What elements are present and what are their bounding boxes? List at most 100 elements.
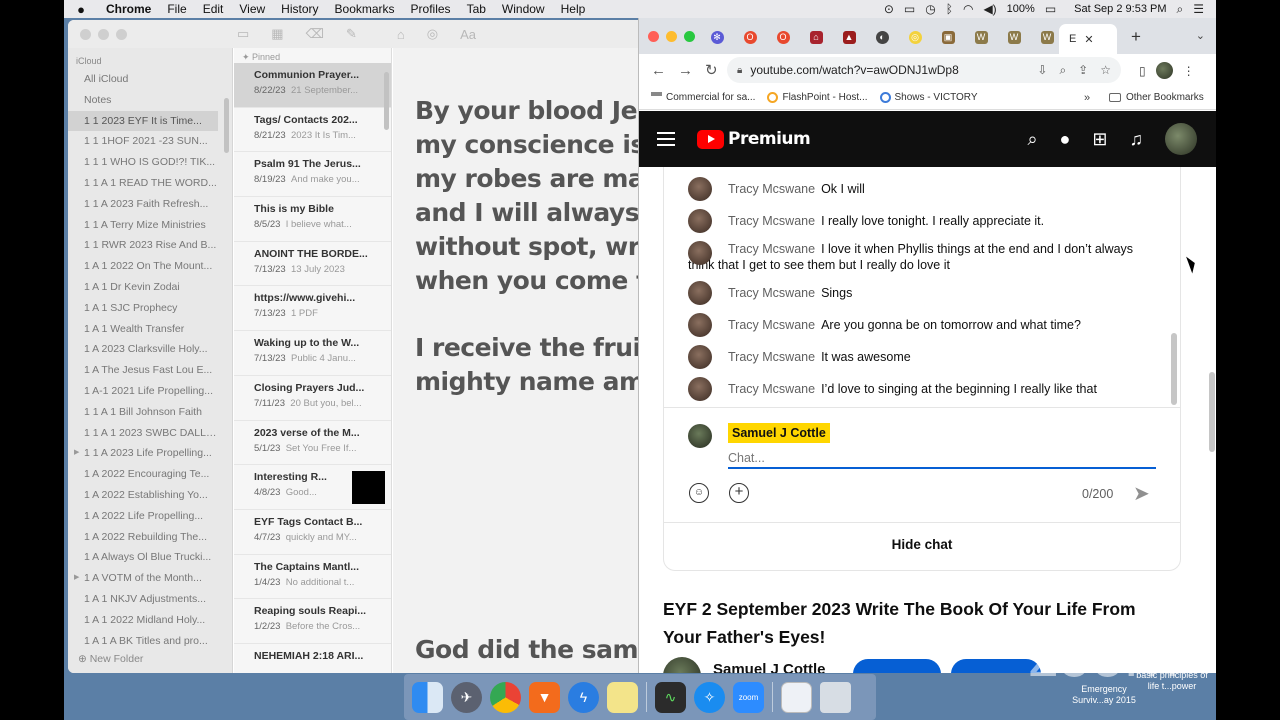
chat-message[interactable]: Tracy Mcswane Are you gonna be on tomorro… — [688, 313, 1158, 337]
note-item[interactable]: Waking up to the W... 7/13/23 Public 4 Ja… — [234, 331, 391, 376]
time-machine-icon[interactable]: ◷ — [925, 2, 935, 16]
battery-icon[interactable]: ▭ — [1045, 2, 1056, 16]
trash-icon[interactable] — [820, 681, 851, 713]
chat-input[interactable]: Chat... — [728, 449, 1156, 469]
channel-avatar[interactable] — [663, 657, 701, 673]
note-item[interactable]: Psalm 91 The Jerus... 8/19/23 And make yo… — [234, 152, 391, 198]
tab-favicon-globe[interactable]: ◐ — [870, 28, 894, 46]
youtube-logo[interactable]: Premium — [697, 129, 811, 149]
desktop-item-label[interactable]: basic principles of life t...power — [1132, 670, 1212, 692]
folder-item[interactable]: 1 A-1 2021 Life Propelling... — [68, 381, 218, 402]
launchpad-icon[interactable]: ✈ — [451, 681, 482, 713]
menu-icon[interactable] — [657, 132, 675, 146]
folder-item[interactable]: 1 1 A 1 2023 SWBC DALLAS — [68, 423, 218, 444]
folder-item[interactable]: 1 1 A 2023 Faith Refresh... — [68, 194, 218, 215]
chat-message[interactable]: Tracy Mcswane Ok I will — [688, 177, 1158, 201]
chat-author[interactable]: Tracy Mcswane — [728, 318, 815, 332]
desktop-item-label[interactable]: Emergency Surviv...ay 2015 — [1064, 684, 1144, 706]
zoom-button[interactable] — [684, 31, 695, 42]
bookmark-star-icon[interactable]: ☆ — [1100, 63, 1111, 78]
app-icon[interactable]: ϟ — [568, 681, 599, 713]
note-item[interactable]: https://www.givehi... 7/13/23 1 PDF — [234, 286, 391, 332]
reload-icon[interactable]: ↻ — [705, 61, 718, 79]
menu-tab[interactable]: Tab — [459, 2, 494, 16]
note-item[interactable]: Communion Prayer... 8/22/23 21 September.… — [234, 63, 391, 108]
bookmark-item[interactable]: Commercial for sa... — [651, 92, 755, 103]
tab-favicon-w[interactable]: W — [969, 28, 993, 46]
tab-favicon-opera[interactable]: O — [738, 28, 762, 46]
folder-item[interactable]: 1 A 1 A BK Titles and pro... — [68, 631, 218, 652]
tab-search-icon[interactable]: ⌄ — [1196, 29, 1205, 42]
new-tab-icon[interactable]: + — [1131, 27, 1141, 47]
tab-favicon-house[interactable]: ⌂ — [804, 28, 828, 46]
minimize-button[interactable] — [98, 28, 109, 40]
document-icon[interactable] — [781, 681, 812, 713]
tab-favicon-w[interactable]: W — [1002, 28, 1026, 46]
notes-icon[interactable] — [607, 681, 638, 713]
address-bar[interactable]: 🔒︎ youtube.com/watch?v=awODNJ1wDp8 ⇩ ⌕ ⇪… — [727, 57, 1121, 83]
chat-author[interactable]: Tracy Mcswane — [728, 350, 815, 364]
note-item[interactable]: Interesting R... 4/8/23 Good... — [234, 465, 391, 510]
profile-avatar[interactable] — [1155, 62, 1173, 79]
folder-item[interactable]: 1 A 2022 Rebuilding The... — [68, 527, 218, 548]
chat-author[interactable]: Tracy Mcswane — [728, 286, 815, 300]
volume-icon[interactable]: ◀) — [983, 2, 996, 16]
note-item[interactable]: EYF Tags Contact B... 4/7/23 quickly and … — [234, 510, 391, 555]
close-tab-icon[interactable]: ✕ — [1084, 33, 1093, 46]
chat-author[interactable]: Tracy Mcswane — [728, 382, 815, 396]
create-video-icon[interactable]: ⊞ — [1092, 129, 1107, 150]
url-text[interactable]: youtube.com/watch?v=awODNJ1wDp8 — [750, 63, 958, 77]
folder-item[interactable]: 1 A The Jesus Fast Lou E... — [68, 360, 218, 381]
search-icon[interactable]: ⌕ — [1027, 129, 1037, 150]
tab-favicon-yellow[interactable]: ◎ — [903, 28, 927, 46]
note-item[interactable]: The Captains Mantl... 1/4/23 No additiona… — [234, 555, 391, 600]
side-panel-icon[interactable]: ▯ — [1139, 64, 1146, 78]
more-menu-icon[interactable]: ⋮ — [1183, 64, 1195, 78]
menu-history[interactable]: History — [273, 2, 326, 16]
new-folder-button[interactable]: ⊕ New Folder — [78, 653, 143, 665]
chat-author[interactable]: Tracy Mcswane — [728, 182, 815, 196]
active-tab[interactable]: E ✕ — [1059, 24, 1117, 54]
microphone-icon[interactable]: ● — [1060, 129, 1071, 150]
note-item[interactable]: Closing Prayers Jud... 7/11/23 20 But you… — [234, 376, 391, 421]
spotlight-icon[interactable]: ⌕ — [1177, 2, 1184, 17]
sidebar-toggle-icon[interactable]: ▭ — [237, 26, 249, 42]
share-icon[interactable]: ◎ — [427, 26, 438, 42]
folder-item[interactable]: 1 A VOTM of the Month... — [68, 568, 218, 589]
chat-scrollbar[interactable] — [1171, 333, 1177, 405]
forward-icon[interactable]: → — [678, 62, 693, 79]
finder-icon[interactable] — [412, 681, 443, 713]
folder-item[interactable]: 1 A 2022 Establishing Yo... — [68, 485, 218, 506]
compose-icon[interactable]: ✎ — [346, 26, 357, 42]
tab-favicon-red[interactable]: ▲ — [837, 28, 861, 46]
gallery-view-icon[interactable]: ▦ — [271, 26, 283, 42]
zoom-app-icon[interactable]: zoom — [733, 681, 764, 713]
folder-item[interactable]: 1 1 1HOF 2021 -23 SUN... — [68, 131, 218, 152]
format-icon[interactable]: Aa — [460, 27, 476, 42]
lock-icon[interactable]: 🔒︎ — [737, 65, 742, 76]
menu-window[interactable]: Window — [494, 2, 553, 16]
bookmark-item[interactable]: Shows - VICTORY — [879, 92, 978, 103]
folder-item[interactable]: 1 1 A Terry Mize Ministries — [68, 215, 218, 236]
wifi-icon[interactable]: ◠ — [963, 2, 973, 16]
control-center-icon[interactable]: ☰ — [1193, 2, 1204, 16]
folder-item[interactable]: 1 A Always Ol Blue Trucki... — [68, 547, 218, 568]
chat-message[interactable]: Tracy Mcswane I love it when Phyllis thin… — [688, 241, 1158, 273]
menu-view[interactable]: View — [231, 2, 273, 16]
folder-item[interactable]: 1 A 2022 Life Propelling... — [68, 506, 218, 527]
minimize-button[interactable] — [666, 31, 677, 42]
add-icon[interactable]: + — [729, 483, 749, 503]
note-item[interactable]: ANOINT THE BORDE... 7/13/23 13 July 2023 — [234, 242, 391, 287]
folder-item[interactable]: 1 A 1 Wealth Transfer — [68, 319, 218, 340]
close-button[interactable] — [648, 31, 659, 42]
chat-author[interactable]: Tracy Mcswane — [728, 214, 815, 228]
folder-item[interactable]: 1 A 2023 Clarksville Holy... — [68, 339, 218, 360]
note-item[interactable]: Reaping souls Reapi... 1/2/23 Before the … — [234, 599, 391, 644]
menu-file[interactable]: File — [159, 2, 194, 16]
note-item[interactable]: 2023 verse of the M... 5/1/23 Set You Fre… — [234, 421, 391, 466]
folder-item[interactable]: 1 A 1 2022 On The Mount... — [68, 256, 218, 277]
folder-item[interactable]: 1 A 1 Dr Kevin Zodai — [68, 277, 218, 298]
zoom-button[interactable] — [116, 28, 127, 40]
chat-author[interactable]: Tracy Mcswane — [728, 242, 815, 256]
airplay-icon[interactable]: ▭ — [904, 2, 915, 16]
